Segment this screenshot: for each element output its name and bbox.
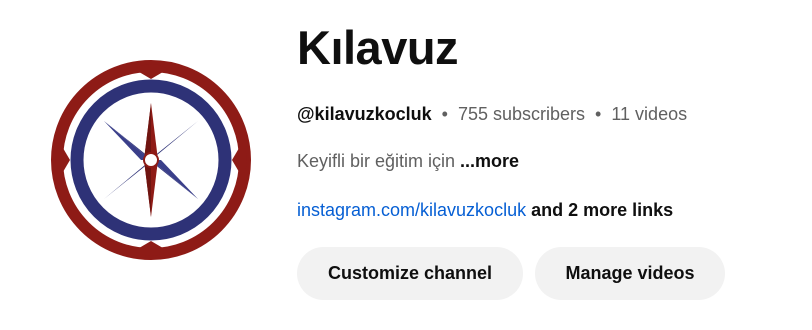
description-more-link[interactable]: ...more: [460, 151, 519, 171]
instagram-link[interactable]: instagram.com/kilavuzkocluk: [297, 200, 526, 220]
subscriber-count: 755 subscribers: [457, 104, 586, 124]
channel-links: instagram.com/kilavuzkocluk and 2 more l…: [297, 198, 673, 222]
channel-meta: @kilavuzkocluk • 755 subscribers • 11 vi…: [297, 102, 687, 126]
customize-channel-button[interactable]: Customize channel: [297, 247, 523, 300]
channel-avatar[interactable]: [44, 53, 258, 267]
compass-rose-icon: [44, 53, 258, 267]
channel-handle: @kilavuzkocluk: [297, 104, 432, 124]
channel-description[interactable]: Keyifli bir eğitim için ...more: [297, 149, 519, 173]
description-text: Keyifli bir eğitim için: [297, 151, 461, 171]
meta-separator: •: [441, 104, 448, 124]
video-count: 11 videos: [611, 104, 688, 124]
manage-videos-button[interactable]: Manage videos: [535, 247, 725, 300]
meta-separator: •: [595, 104, 602, 124]
channel-name: Kılavuz: [297, 21, 459, 74]
more-links-button[interactable]: and 2 more links: [526, 200, 673, 220]
